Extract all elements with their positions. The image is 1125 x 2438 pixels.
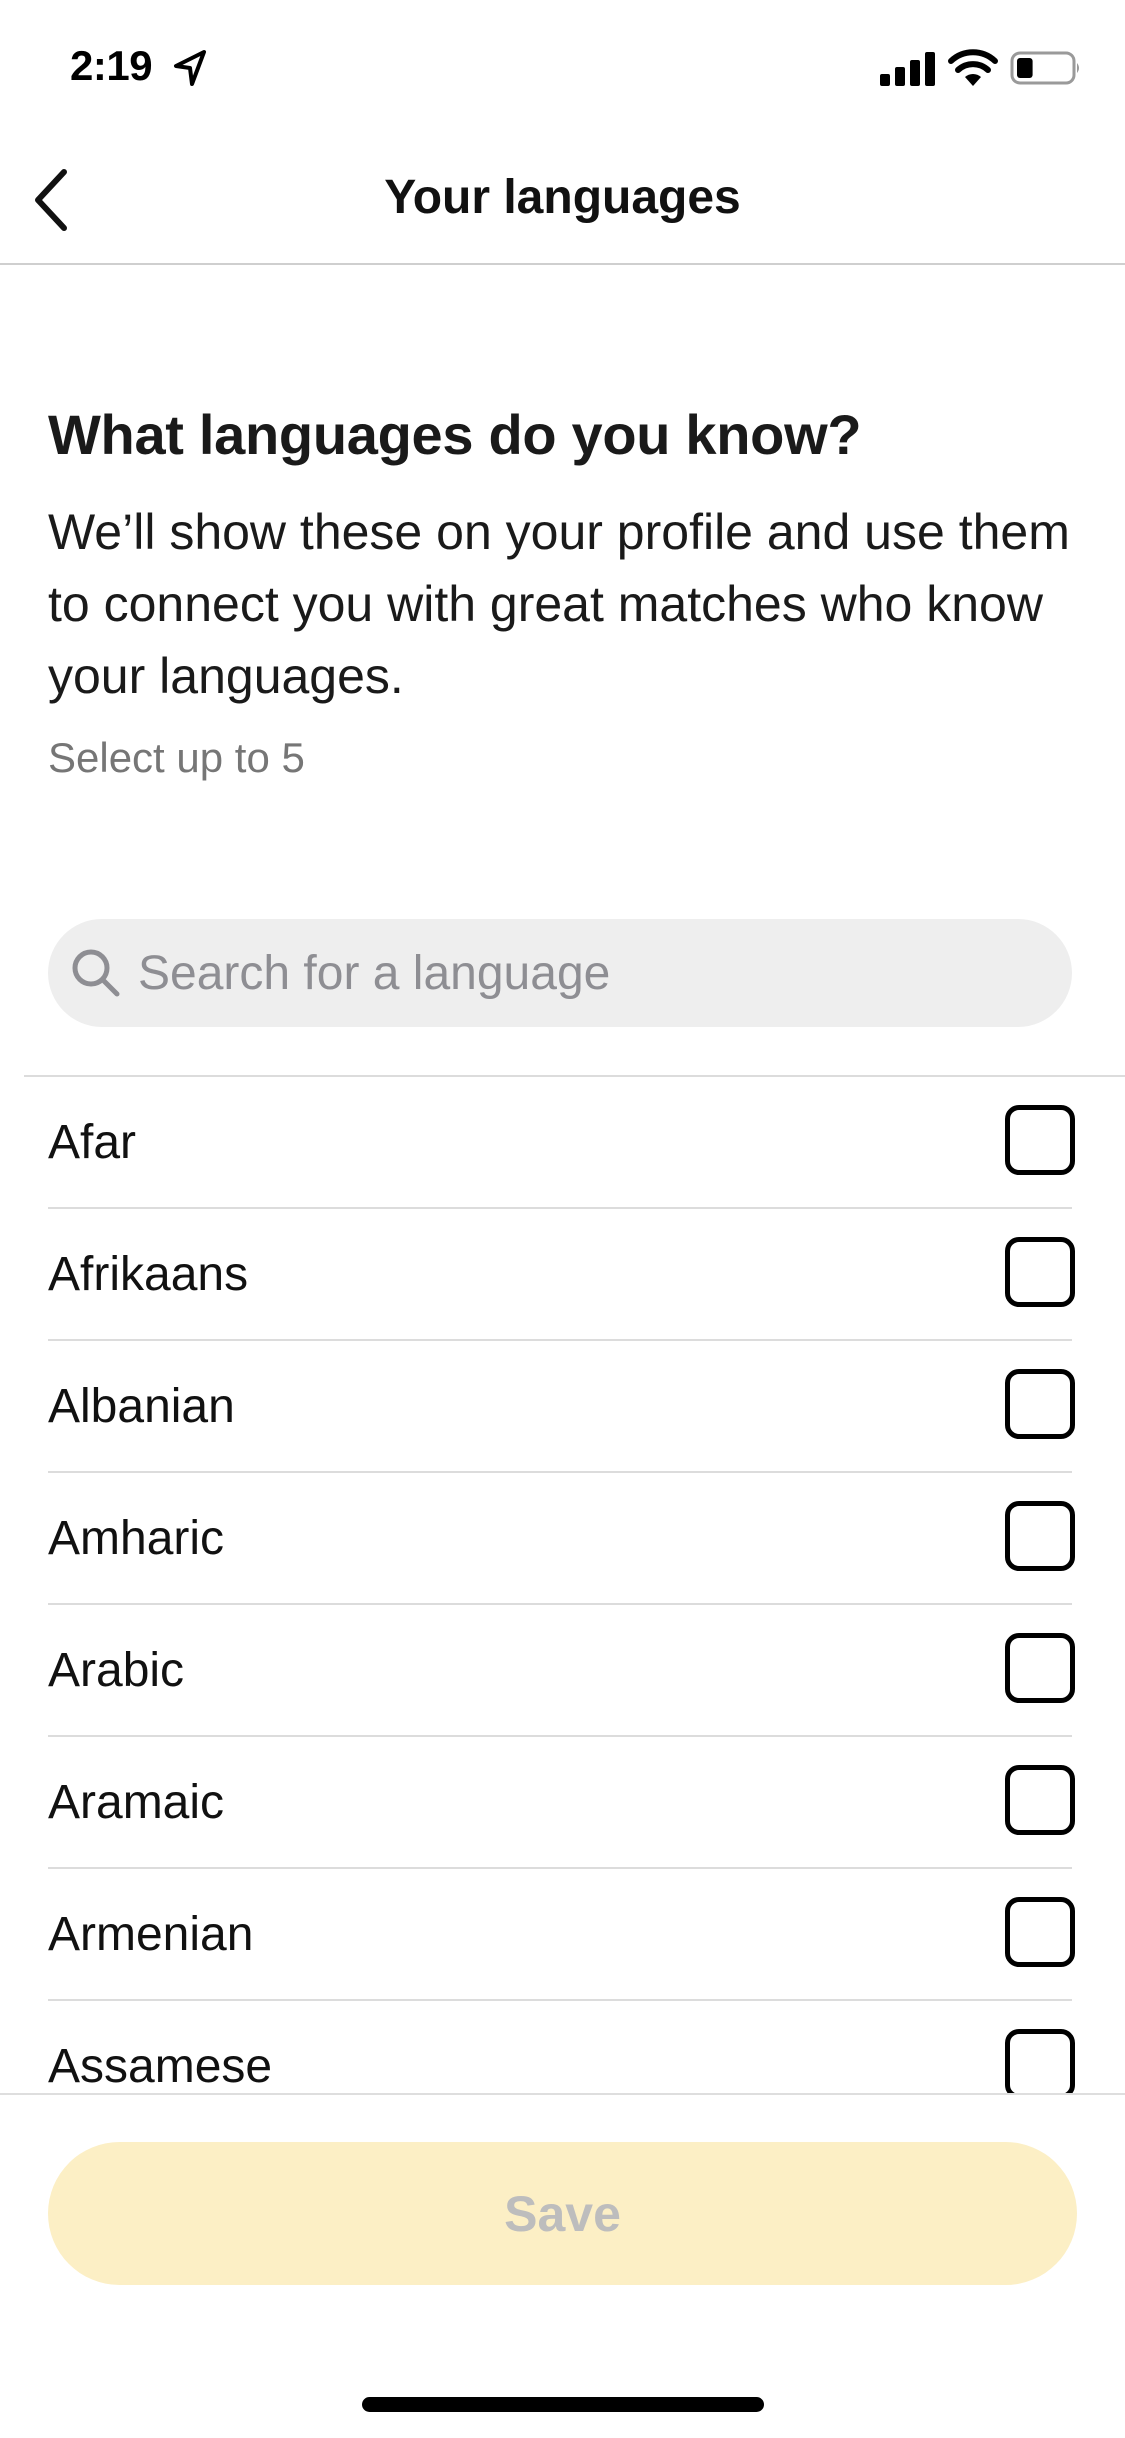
language-checkbox[interactable] [1005,1633,1075,1703]
language-row-albanian[interactable]: Albanian [0,1341,1125,1473]
language-checkbox[interactable] [1005,1897,1075,1967]
language-label: Aramaic [48,1776,225,1829]
section-description: We’ll show these on your profile and use… [48,504,1070,704]
language-label: Assamese [48,2040,273,2093]
wifi-icon [948,49,998,86]
language-checkbox[interactable] [1005,2029,1075,2093]
language-row-amharic[interactable]: Amharic [0,1473,1125,1605]
search-bar[interactable] [48,919,1072,1027]
cellular-signal-icon [880,52,935,86]
language-label: Amharic [48,1512,225,1565]
selection-limit-hint: Select up to 5 [48,734,305,781]
section-heading: What languages do you know? [48,403,862,466]
language-row-arabic[interactable]: Arabic [0,1605,1125,1737]
save-button[interactable]: Save [48,2142,1077,2285]
language-list[interactable]: Afar Afrikaans Albanian Amharic Arabic A… [0,1077,1125,2093]
language-label: Arabic [48,1644,185,1697]
language-label: Albanian [48,1380,235,1433]
language-row-armenian[interactable]: Armenian [0,1869,1125,2001]
language-checkbox[interactable] [1005,1105,1075,1175]
battery-level [1017,58,1033,78]
language-label: Afrikaans [48,1248,249,1301]
language-row-assamese[interactable]: Assamese [0,2001,1125,2093]
status-time: 2:19 [70,42,153,89]
header-divider [0,263,1125,265]
home-indicator [362,2397,764,2412]
language-checkbox[interactable] [1005,1237,1075,1307]
language-row-aramaic[interactable]: Aramaic [0,1737,1125,1869]
search-input[interactable] [138,945,1018,1001]
location-arrow-icon [174,50,206,86]
search-icon [72,949,120,997]
language-label: Afar [48,1116,137,1169]
language-label: Armenian [48,1908,254,1961]
page-title: Your languages [384,171,741,224]
language-checkbox[interactable] [1005,1765,1075,1835]
language-row-afar[interactable]: Afar [0,1077,1125,1209]
language-checkbox[interactable] [1005,1501,1075,1571]
language-checkbox[interactable] [1005,1369,1075,1439]
battery-icon [1010,51,1079,85]
language-row-afrikaans[interactable]: Afrikaans [0,1209,1125,1341]
